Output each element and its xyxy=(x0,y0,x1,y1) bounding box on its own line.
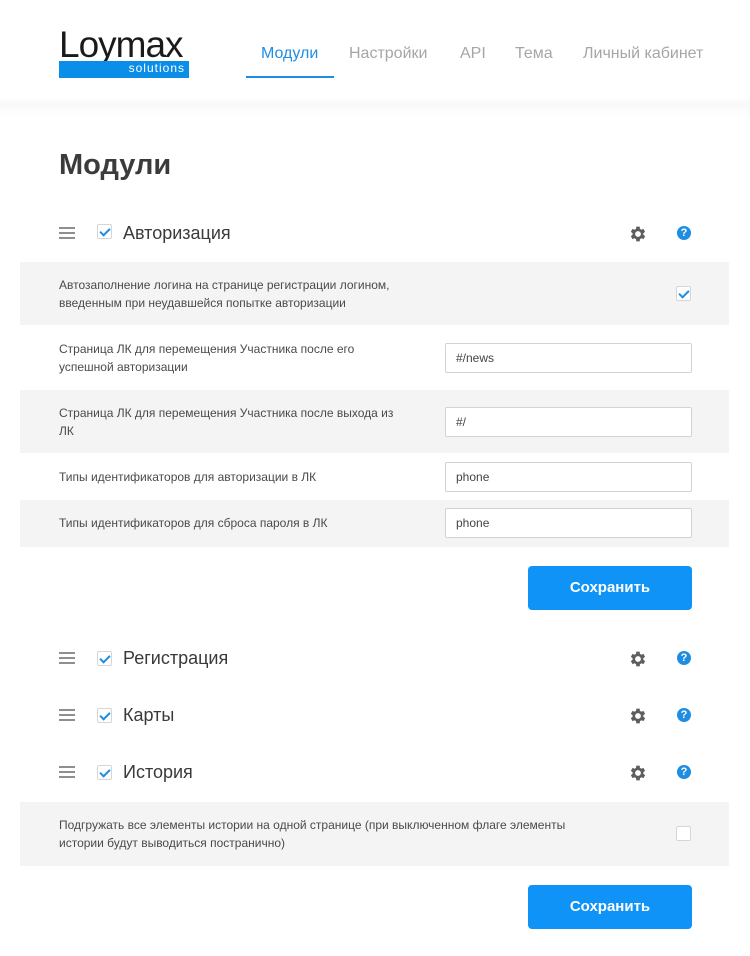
module-registration-toggle[interactable] xyxy=(97,651,112,666)
help-icon[interactable]: ? xyxy=(677,651,691,665)
nav-settings[interactable]: Настройки xyxy=(349,44,427,64)
drag-handle-icon[interactable] xyxy=(59,709,75,721)
help-icon[interactable]: ? xyxy=(677,708,691,722)
module-auth-title: Авторизация xyxy=(123,223,231,243)
redirect-login-input[interactable] xyxy=(445,343,692,373)
setting-row-id-types-auth: Типы идентификаторов для авторизации в Л… xyxy=(20,454,729,500)
nav-theme[interactable]: Тема xyxy=(515,44,553,64)
setting-label: Страница ЛК для перемещения Участника по… xyxy=(59,406,394,438)
nav-modules[interactable]: Модули xyxy=(261,44,318,64)
setting-label: Подгружать все элементы истории на одной… xyxy=(59,818,566,850)
module-history-title: История xyxy=(123,762,193,782)
page-title: Модули xyxy=(59,149,172,181)
module-registration-title: Регистрация xyxy=(123,648,229,668)
load-all-history-checkbox[interactable] xyxy=(676,826,691,841)
help-icon[interactable]: ? xyxy=(677,765,691,779)
drag-handle-icon[interactable] xyxy=(59,227,75,239)
module-registration-header: Регистрация ? xyxy=(0,644,750,674)
module-cards-toggle[interactable] xyxy=(97,708,112,723)
nav-personal-cabinet[interactable]: Личный кабинет xyxy=(583,44,703,64)
redirect-logout-input[interactable] xyxy=(445,407,692,437)
setting-label: Страница ЛК для перемещения Участника по… xyxy=(59,342,355,374)
module-history-toggle[interactable] xyxy=(97,765,112,780)
nav-active-underline xyxy=(246,76,334,78)
module-cards-header: Карты ? xyxy=(0,701,750,731)
setting-row-load-all-history: Подгружать все элементы истории на одной… xyxy=(20,802,729,866)
setting-row-autofill: Автозаполнение логина на странице регист… xyxy=(20,262,729,325)
setting-row-id-types-reset: Типы идентификаторов для сброса пароля в… xyxy=(20,500,729,547)
gear-icon[interactable] xyxy=(628,763,648,783)
help-icon[interactable]: ? xyxy=(677,226,691,240)
gear-icon[interactable] xyxy=(628,706,648,726)
setting-label: Типы идентификаторов для авторизации в Л… xyxy=(59,470,317,484)
setting-label: Автозаполнение логина на странице регист… xyxy=(59,278,390,310)
setting-label: Типы идентификаторов для сброса пароля в… xyxy=(59,516,328,530)
id-types-auth-input[interactable] xyxy=(445,462,692,492)
setting-row-redirect-logout: Страница ЛК для перемещения Участника по… xyxy=(20,390,729,453)
drag-handle-icon[interactable] xyxy=(59,652,75,664)
module-history-header: История ? xyxy=(0,758,750,788)
save-auth-button[interactable]: Сохранить xyxy=(528,566,692,610)
autofill-checkbox[interactable] xyxy=(676,286,691,301)
gear-icon[interactable] xyxy=(628,224,648,244)
setting-row-redirect-login: Страница ЛК для перемещения Участника по… xyxy=(20,326,729,389)
module-cards-title: Карты xyxy=(123,705,175,725)
module-auth-header: Авторизация ? xyxy=(0,219,750,249)
drag-handle-icon[interactable] xyxy=(59,766,75,778)
module-auth-toggle[interactable] xyxy=(97,224,112,239)
nav-api[interactable]: API xyxy=(460,44,486,64)
id-types-reset-input[interactable] xyxy=(445,508,692,538)
save-history-button[interactable]: Сохранить xyxy=(528,885,692,929)
header: Loymax solutions Модули Настройки API Те… xyxy=(0,0,750,118)
gear-icon[interactable] xyxy=(628,649,648,669)
main-nav: Модули Настройки API Тема Личный кабинет xyxy=(0,44,750,80)
